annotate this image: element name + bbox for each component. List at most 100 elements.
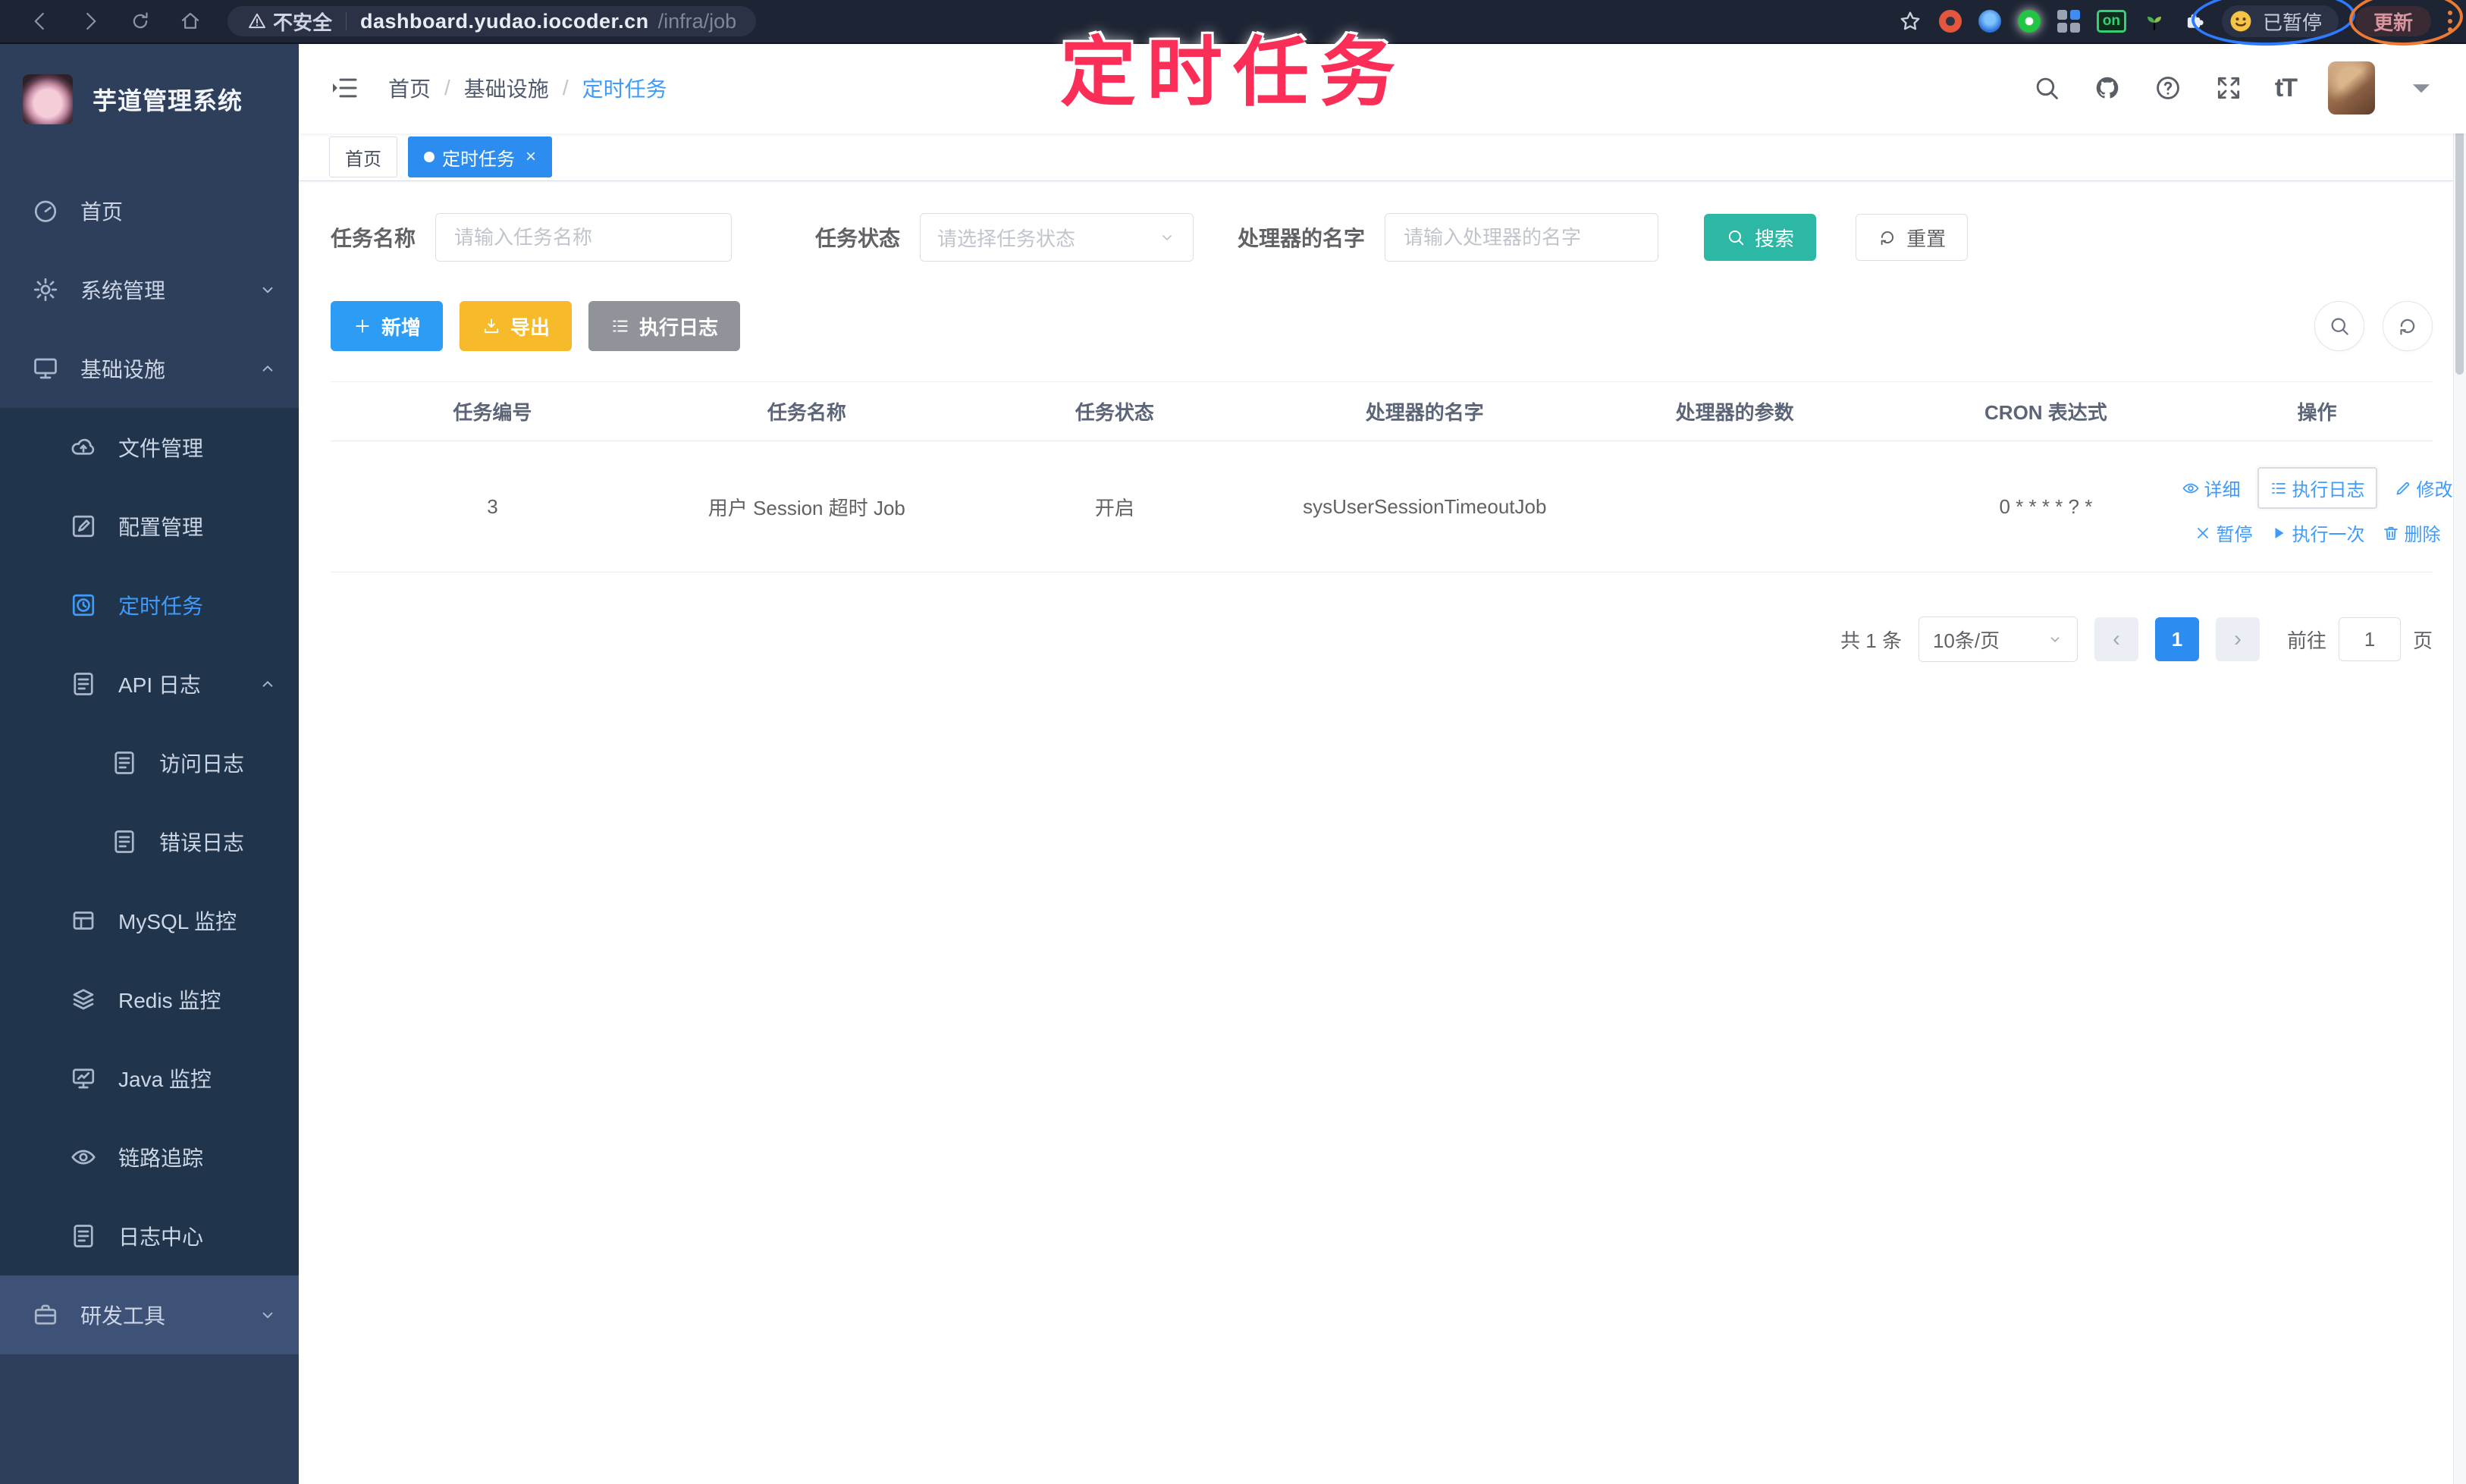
main-area: 首页 / 基础设施 / 定时任务 tT 首页 定时任务 × 任务名称 请输入任务… [299,42,2466,1484]
dashboard-icon [32,197,59,224]
sidebar-collapse-icon[interactable] [329,73,359,103]
tag-home[interactable]: 首页 [329,136,397,177]
update-button[interactable]: 更新 [2355,6,2431,36]
reset-button[interactable]: 重置 [1856,214,1969,261]
tag-scheduled-jobs[interactable]: 定时任务 × [408,136,553,177]
action-label: 修改 [2416,480,2453,500]
sidebar-item-scheduled-jobs[interactable]: 定时任务 [0,566,299,645]
next-page-button[interactable]: › [2215,617,2260,661]
profile-paused-chip[interactable]: 已暂停 [2221,5,2339,37]
play-icon [2270,524,2288,542]
help-icon[interactable] [2154,74,2182,102]
export-button[interactable]: 导出 [460,301,573,351]
list-icon [610,316,630,336]
sidebar-item-label: Redis 监控 [118,989,221,1012]
extension-grid-icon[interactable] [2057,10,2080,33]
sidebar-item-home[interactable]: 首页 [0,171,299,250]
prev-page-button[interactable]: ‹ [2094,617,2138,661]
sidebar-item-redis-monitor[interactable]: Redis 监控 [0,960,299,1039]
job-name-input[interactable] [453,224,715,250]
add-button[interactable]: 新增 [331,301,444,351]
download-icon [482,316,501,336]
hide-search-button[interactable] [2314,301,2364,351]
sidebar-item-java-monitor[interactable]: Java 监控 [0,1039,299,1118]
browser-forward-icon[interactable] [79,10,102,33]
refresh-table-button[interactable] [2383,301,2433,351]
security-warning[interactable]: 不安全 [247,8,332,36]
handler-name-input[interactable] [1402,224,1642,250]
col-handler-param: 处理器的参数 [1579,381,1890,441]
fullscreen-icon[interactable] [2214,74,2243,102]
exec-log-button[interactable]: 执行日志 [588,301,741,351]
breadcrumb-infra[interactable]: 基础设施 [464,73,549,103]
sidebar-item-system[interactable]: 系统管理 [0,250,299,329]
action-label: 删除 [2404,525,2441,545]
sidebar-item-api-log[interactable]: API 日志 [0,645,299,723]
browser-back-icon[interactable] [29,10,52,33]
sidebar-item-access-log[interactable]: 访问日志 [0,723,299,802]
close-icon[interactable]: × [526,146,536,168]
extension-icon[interactable] [2017,10,2041,33]
current-page[interactable]: 1 [2154,617,2199,661]
browser-menu-icon[interactable] [2448,11,2452,32]
breadcrumb-home[interactable]: 首页 [388,73,431,103]
sprout-extension-icon[interactable] [2143,10,2166,33]
action-pause[interactable]: 暂停 [2194,519,2253,546]
chevron-down-icon [258,1305,278,1325]
briefcase-icon [32,1301,59,1329]
caret-down-icon[interactable] [2407,74,2436,102]
extension-icon[interactable] [1938,10,1962,33]
chevron-down-icon [2047,631,2063,648]
browser-reload-icon[interactable] [129,10,152,33]
log-center-icon [70,1222,97,1250]
page-size-select[interactable]: 10条/页 [1918,617,2078,662]
sidebar-item-tracing[interactable]: 链路追踪 [0,1118,299,1197]
sidebar-item-error-log[interactable]: 错误日志 [0,802,299,881]
emoji-avatar-icon [2228,8,2254,34]
chevron-down-icon [258,280,278,300]
refresh-icon [1878,227,1897,247]
add-button-label: 新增 [381,315,422,339]
sidebar-item-infra[interactable]: 基础设施 [0,329,299,408]
cell-handler-name: sysUserSessionTimeoutJob [1270,441,1580,573]
on-badge[interactable]: on [2096,10,2126,33]
puzzle-extensions-icon[interactable] [2182,10,2205,33]
action-delete[interactable]: 删除 [2382,519,2441,546]
sidebar-item-file-manage[interactable]: 文件管理 [0,408,299,487]
page-scrollbar[interactable] [2453,42,2466,1484]
action-exec-log[interactable]: 执行日志 [2257,467,2377,509]
app-logo[interactable]: 芋道管理系统 [0,42,299,156]
extension-icon[interactable] [1978,10,2001,33]
sidebar-item-mysql-monitor[interactable]: MySQL 监控 [0,881,299,960]
sidebar-item-dev-tools[interactable]: 研发工具 [0,1275,299,1354]
app-window: 芋道管理系统 首页 系统管理 基础设施 文件管理 配置管理 定时任务 API 日… [0,42,2466,1484]
sidebar-item-label: 文件管理 [118,437,204,460]
total-count: 共 1 条 [1840,629,1902,652]
browser-home-icon[interactable] [179,10,202,33]
goto-page-input[interactable] [2338,617,2401,661]
sidebar-item-label: 错误日志 [159,831,245,855]
sidebar-item-log-center[interactable]: 日志中心 [0,1197,299,1275]
col-cron: CRON 表达式 [1890,381,2202,441]
col-handler-name: 处理器的名字 [1270,381,1580,441]
action-detail[interactable]: 详细 [2182,475,2241,501]
search-icon[interactable] [2032,74,2061,102]
cell-job-status: 开启 [958,441,1271,573]
address-bar[interactable]: 不安全 dashboard.yudao.iocoder.cn/infra/job [227,6,757,36]
url-divider [346,12,347,30]
job-status-placeholder: 请选择任务状态 [937,227,1076,250]
sidebar-item-config-manage[interactable]: 配置管理 [0,487,299,566]
sidebar-item-label: 链路追踪 [118,1147,204,1170]
page-content: 任务名称 任务状态 请选择任务状态 处理器的名字 搜索 [299,181,2466,1484]
search-button[interactable]: 搜索 [1704,214,1817,261]
user-avatar[interactable] [2328,61,2375,115]
bookmark-star-icon[interactable] [1898,9,1922,33]
github-icon[interactable] [2093,74,2122,102]
sidebar-item-label: 配置管理 [118,516,204,539]
font-size-icon[interactable]: tT [2275,74,2298,103]
action-edit[interactable]: 修改 [2394,475,2453,501]
col-job-status: 任务状态 [958,381,1271,441]
logo-image [23,74,73,124]
action-run-once[interactable]: 执行一次 [2270,519,2365,546]
job-status-select[interactable]: 请选择任务状态 [920,213,1194,262]
